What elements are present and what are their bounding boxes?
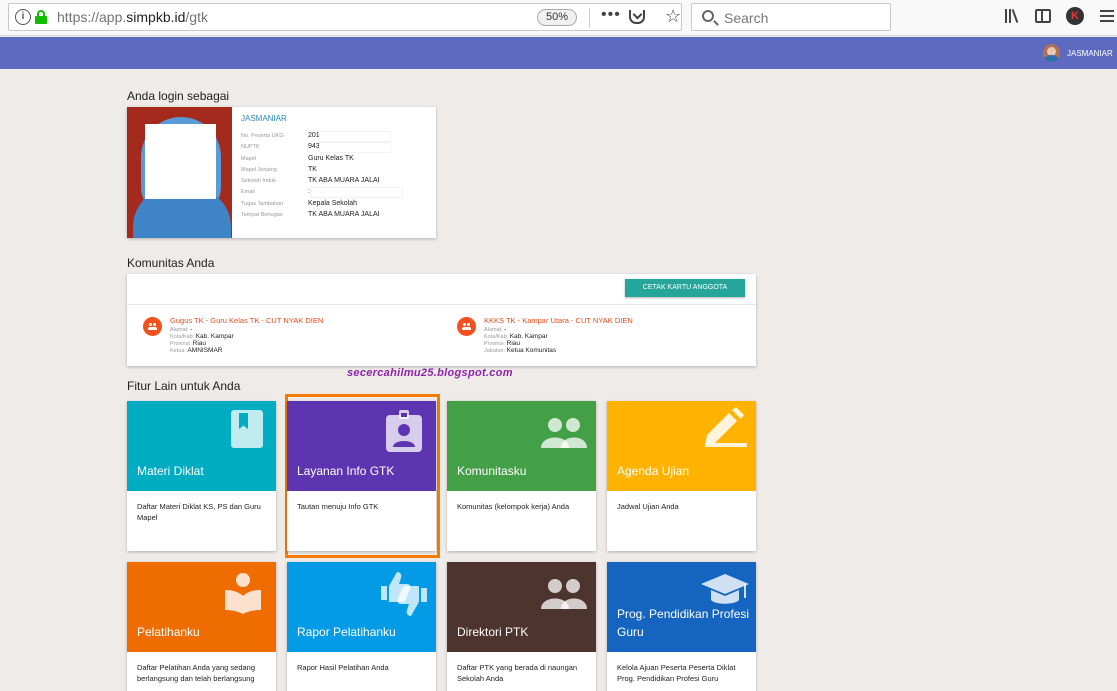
tile-agenda-ujian[interactable]: Agenda Ujian Jadwal Ujian Anda <box>607 401 756 551</box>
field-mapel: Mapel Guru Kelas TK <box>241 155 354 162</box>
tile-description: Daftar Pelatihan Anda yang sedang berlan… <box>137 663 256 683</box>
tile-layanan-info-gtk[interactable]: Layanan Info GTK Tautan menuju Info GTK <box>287 401 436 551</box>
field-tugas-tambahan: Tugas Tambahan Kepala Sekolah <box>241 200 358 207</box>
tile-description: Jadwal Ujian Anda <box>617 502 679 511</box>
book-icon <box>231 410 263 448</box>
watermark-text: secercahilmu25.blogspot.com <box>347 367 513 379</box>
id-badge-icon <box>386 410 422 452</box>
list-item[interactable]: KKKS TK - Kampar Utara - CUT NYAK DIEN A… <box>457 314 757 359</box>
people-icon <box>541 418 587 448</box>
field-tempat-bertugas: Tempat Bertugas TK ABA MUARA JALAI <box>241 211 380 218</box>
community-section-title: Komunitas Anda <box>127 256 215 270</box>
tile-title: Pelatihanku <box>137 625 200 639</box>
profile-photo <box>127 107 232 238</box>
url-domain: simpkb.id <box>126 9 186 25</box>
profile-name: JASMANIAR <box>241 114 287 123</box>
field-sekolah-induk: Sekolah Induk TK ABA MUARA JALAI <box>241 177 380 184</box>
community-position: Jabatan: Ketua Komunitas <box>484 347 557 354</box>
avatar[interactable] <box>1043 44 1060 62</box>
sidebar-icon[interactable] <box>1035 9 1051 23</box>
hamburger-menu-icon[interactable] <box>1100 10 1114 22</box>
tile-title: Rapor Pelatihanku <box>297 625 396 639</box>
url-text[interactable]: https://app.simpkb.id/gtk <box>57 9 208 25</box>
tile-header: Rapor Pelatihanku <box>287 562 436 652</box>
tile-title: Layanan Info GTK <box>297 464 395 478</box>
library-icon[interactable] <box>1004 8 1020 24</box>
tile-header: Prog. Pendidikan Profesi Guru <box>607 562 756 652</box>
url-prefix: https://app. <box>57 9 127 25</box>
tile-title: Materi Diklat <box>137 464 204 478</box>
community-address: Alamat: - <box>170 326 193 333</box>
tile-komunitasku[interactable]: Komunitasku Komunitas (kelompok kerja) A… <box>447 401 596 551</box>
tile-header: Direktori PTK <box>447 562 596 652</box>
info-icon[interactable]: i <box>15 9 31 25</box>
tile-description: Kelola Ajuan Peserta Peserta Diklat Prog… <box>617 663 736 683</box>
browser-search-box[interactable]: Search <box>691 3 891 31</box>
header-username[interactable]: JASMANIAR <box>1067 49 1113 58</box>
tile-title: Direktori PTK <box>457 625 529 639</box>
tile-ppg[interactable]: Prog. Pendidikan Profesi Guru Kelola Aju… <box>607 562 756 691</box>
tile-title: Prog. Pendidikan Profesi Guru <box>617 607 750 639</box>
field-nuptk: NUPTK 943 <box>241 143 431 154</box>
address-bar[interactable]: i https://app.simpkb.id/gtk 50% ••• ☆ <box>8 3 682 31</box>
tile-title: Agenda Ujian <box>617 464 690 478</box>
tile-rapor-pelatihanku[interactable]: Rapor Pelatihanku Rapor Hasil Pelatihan … <box>287 562 436 691</box>
graduation-cap-icon <box>701 574 749 604</box>
tile-materi-diklat[interactable]: Materi Diklat Daftar Materi Diklat KS, P… <box>127 401 276 551</box>
tile-header: Materi Diklat <box>127 401 276 491</box>
field-no-peserta: No. Peserta UKG 201 <box>241 132 431 143</box>
field-mapel-jenjang: Mapel Jenjang TK <box>241 166 317 173</box>
reader-icon <box>225 573 261 614</box>
bookmark-star-icon[interactable]: ☆ <box>665 6 681 27</box>
tile-description: Daftar PTK yang berada di naungan Sekola… <box>457 663 578 683</box>
group-icon <box>143 317 162 336</box>
community-title[interactable]: Gugus TK - Guru Kelas TK - CUT NYAK DIEN <box>170 316 323 325</box>
community-card: CETAK KARTU ANGGOTA Gugus TK - Guru Kela… <box>127 274 756 366</box>
login-section-title: Anda login sebagai <box>127 89 230 103</box>
app-header: JASMANIAR <box>0 37 1117 69</box>
tile-title: Komunitasku <box>457 464 527 478</box>
tile-direktori-ptk[interactable]: Direktori PTK Daftar PTK yang berada di … <box>447 562 596 691</box>
pencil-icon <box>705 407 747 447</box>
thumbs-icon <box>381 572 427 616</box>
profile-card: JASMANIAR No. Peserta UKG 201 NUPTK 943 … <box>127 107 436 238</box>
community-city: Kota/Kab: Kab. Kampar <box>170 333 234 340</box>
people-icon <box>541 579 587 609</box>
tile-description: Tautan menuju Info GTK <box>297 502 379 511</box>
tile-description: Daftar Materi Diklat KS, PS dan Guru Map… <box>137 502 261 522</box>
lock-icon[interactable] <box>35 10 47 24</box>
group-icon <box>457 317 476 336</box>
community-province: Provinsi: Riau <box>170 340 206 347</box>
divider <box>127 304 756 305</box>
tile-description: Rapor Hasil Pelatihan Anda <box>297 663 389 672</box>
pocket-icon[interactable] <box>629 10 645 24</box>
tile-header: Agenda Ujian <box>607 401 756 491</box>
features-section-title: Fitur Lain untuk Anda <box>127 379 241 393</box>
tile-header: Pelatihanku <box>127 562 276 652</box>
community-address: Alamat: - <box>484 326 507 333</box>
profile-icon[interactable]: K <box>1066 7 1084 25</box>
field-email: Email : <box>241 188 431 199</box>
community-title[interactable]: KKKS TK - Kampar Utara - CUT NYAK DIEN <box>484 316 633 325</box>
list-item[interactable]: Gugus TK - Guru Kelas TK - CUT NYAK DIEN… <box>143 314 443 359</box>
community-city: Kota/Kab: Kab. Kampar <box>484 333 548 340</box>
url-path: /gtk <box>185 9 208 25</box>
more-actions-icon[interactable]: ••• <box>601 6 621 24</box>
tile-pelatihanku[interactable]: Pelatihanku Daftar Pelatihan Anda yang s… <box>127 562 276 691</box>
community-leader: Ketua: AMNISMAR <box>170 347 223 354</box>
tile-description: Komunitas (kelompok kerja) Anda <box>457 502 570 511</box>
print-member-card-button[interactable]: CETAK KARTU ANGGOTA <box>625 279 745 297</box>
community-province: Provinsi: Riau <box>484 340 520 347</box>
search-placeholder: Search <box>724 10 769 26</box>
tile-header: Komunitasku <box>447 401 596 491</box>
browser-toolbar: i https://app.simpkb.id/gtk 50% ••• ☆ Se… <box>0 0 1117 36</box>
url-separator <box>589 8 590 28</box>
zoom-badge[interactable]: 50% <box>537 9 577 26</box>
tile-header: Layanan Info GTK <box>287 401 436 491</box>
search-icon <box>702 10 714 22</box>
